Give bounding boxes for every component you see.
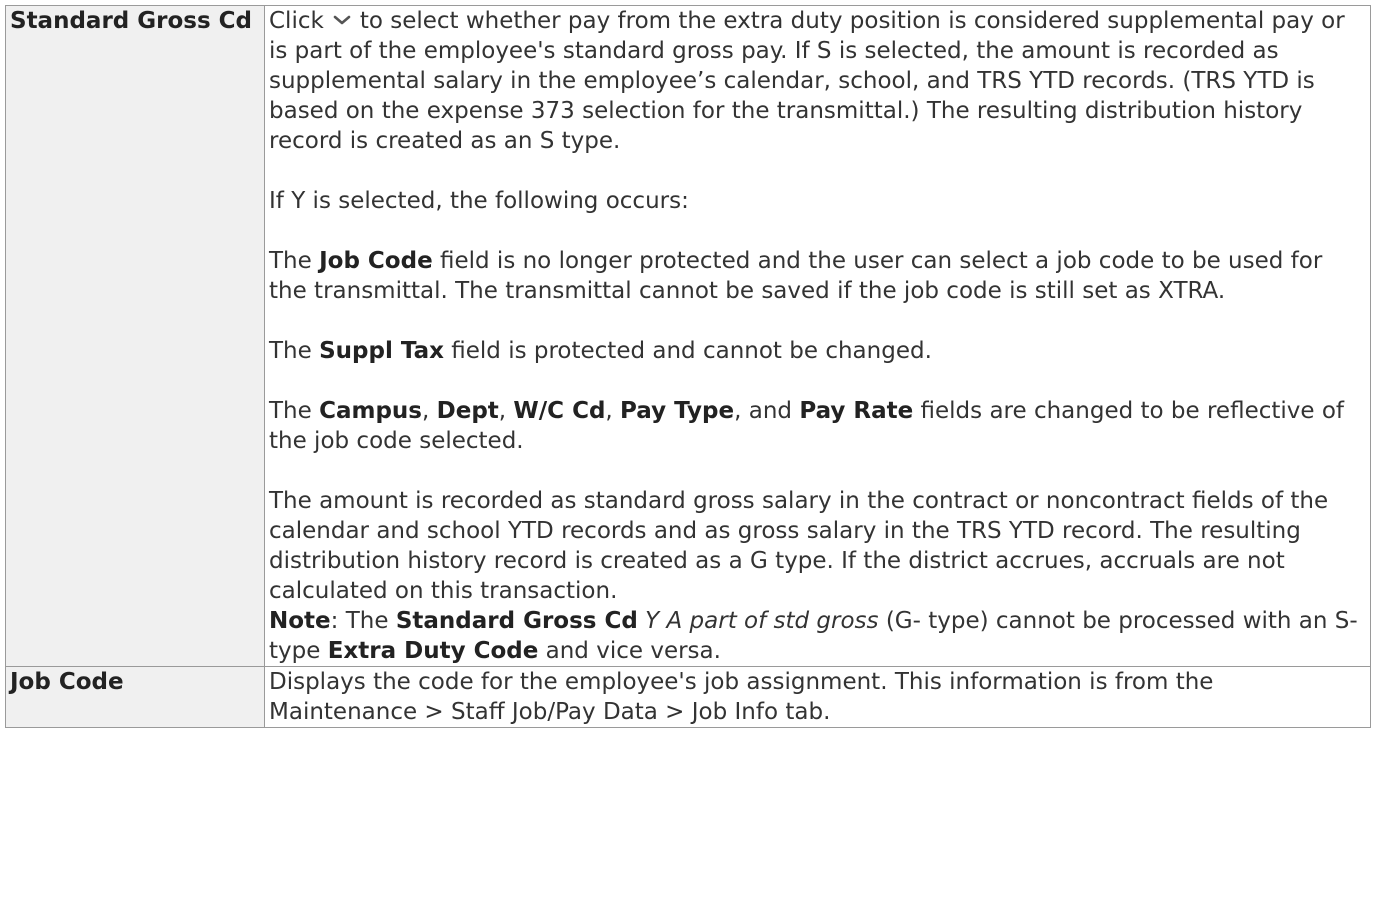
text-post: field is protected and cannot be changed… [451, 338, 932, 364]
field-name-cell: Job Code [5, 666, 265, 728]
amount-paragraph: The amount is recorded as standard gross… [269, 488, 1329, 604]
wc-term: W/C Cd [513, 398, 606, 424]
intro-after-icon: to select whether pay from the extra dut… [269, 8, 1345, 154]
note-paragraph: Note: The Standard Gross Cd Y A part of … [269, 606, 1366, 666]
y-selected-paragraph: If Y is selected, the following occurs: [269, 188, 689, 214]
description-cell: Click to select whether pay from the extr… [264, 5, 1371, 667]
table-row: Standard Gross Cd Click to select whether… [5, 5, 1371, 667]
intro-before-icon: Click [269, 8, 324, 34]
text-and: , and [734, 398, 793, 424]
suppl-tax-term: Suppl Tax [319, 338, 444, 364]
table-row: Job Code Displays the code for the emplo… [5, 666, 1371, 728]
suppl-tax-paragraph: The Suppl Tax field is protected and can… [269, 336, 1366, 366]
note-post: and vice versa. [545, 638, 721, 664]
fields-paragraph: The Campus, Dept, W/C Cd, Pay Type, and … [269, 398, 1345, 454]
chevron-down-icon [333, 15, 351, 25]
intro-paragraph: Click to select whether pay from the extr… [269, 6, 1366, 156]
note-colon: : The [330, 608, 389, 634]
field-description-table: Standard Gross Cd Click to select whether… [5, 5, 1371, 728]
description-cell: Displays the code for the employee's job… [264, 666, 1371, 728]
standard-gross-term: Standard Gross Cd [395, 608, 638, 634]
pay-type-term: Pay Type [620, 398, 735, 424]
text-pre: The [269, 248, 312, 274]
extra-duty-term: Extra Duty Code [327, 638, 539, 664]
job-code-term: Job Code [319, 248, 433, 274]
note-label: Note [269, 608, 331, 634]
text-pre: The [269, 398, 312, 424]
pay-rate-term: Pay Rate [799, 398, 914, 424]
text-pre: The [269, 338, 312, 364]
dept-term: Dept [436, 398, 499, 424]
std-gross-value: Y A part of std gross [645, 608, 879, 634]
job-code-paragraph: The Job Code field is no longer protecte… [269, 246, 1366, 306]
field-name-cell: Standard Gross Cd [5, 5, 265, 667]
campus-term: Campus [319, 398, 422, 424]
